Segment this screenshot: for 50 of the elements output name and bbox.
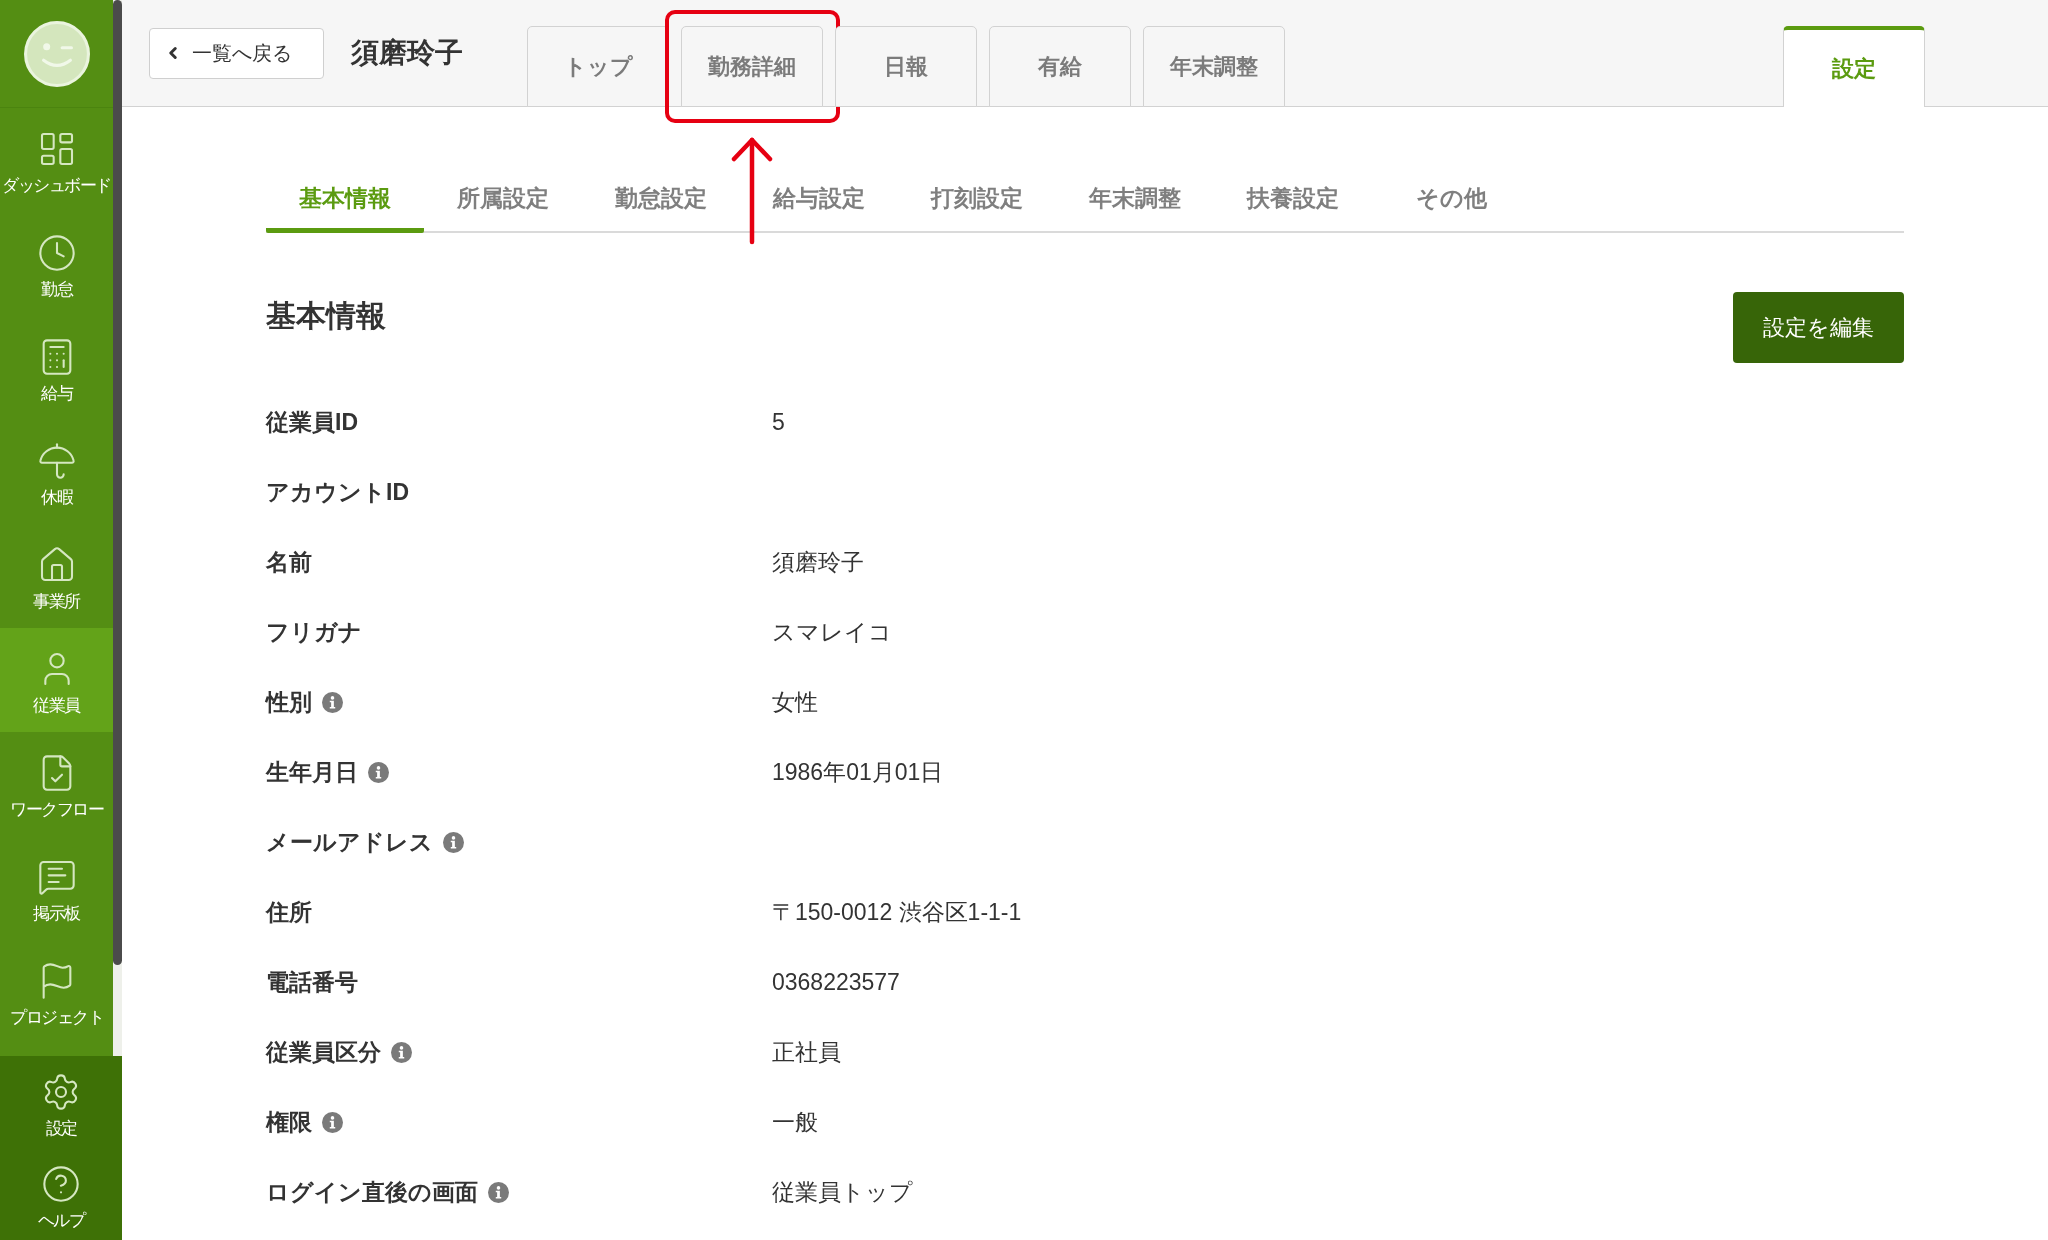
field-value: 5 bbox=[772, 407, 785, 437]
employee-name: 須磨玲子 bbox=[351, 36, 463, 70]
section-title: 基本情報 bbox=[266, 300, 386, 332]
field-label: 性別 bbox=[266, 687, 312, 717]
field-value: スマレイコ bbox=[772, 617, 892, 647]
field-label: 生年月日 bbox=[266, 757, 358, 787]
field-label: 名前 bbox=[266, 547, 312, 577]
info-icon[interactable] bbox=[322, 1111, 343, 1133]
subtab[interactable]: 給与設定 bbox=[740, 167, 898, 233]
back-button[interactable]: 一覧へ戻る bbox=[149, 27, 324, 79]
tab[interactable]: 設定 bbox=[1783, 26, 1925, 107]
field-value: 従業員トップ bbox=[772, 1177, 913, 1207]
subtab[interactable]: 勤怠設定 bbox=[582, 167, 740, 233]
field-value: 須磨玲子 bbox=[772, 547, 864, 577]
field-label: 電話番号 bbox=[266, 967, 358, 997]
info-icon[interactable] bbox=[322, 691, 343, 713]
info-icon[interactable] bbox=[391, 1041, 412, 1063]
field-value: 0368223577 bbox=[772, 967, 900, 997]
field-value: 1986年01月01日 bbox=[772, 757, 944, 787]
tab[interactable]: 有給 bbox=[989, 26, 1131, 107]
field-label: アカウントID bbox=[266, 477, 409, 507]
help-icon bbox=[41, 1164, 81, 1204]
subtab[interactable]: その他 bbox=[1372, 167, 1530, 233]
field-label: 住所 bbox=[266, 897, 312, 927]
field-label: 従業員区分 bbox=[266, 1037, 381, 1067]
subtab[interactable]: 年末調整 bbox=[1056, 167, 1214, 233]
info-icon[interactable] bbox=[443, 831, 464, 853]
field-value: 正社員 bbox=[772, 1037, 841, 1067]
field-value: 一般 bbox=[772, 1107, 818, 1137]
tab[interactable]: 勤務詳細 bbox=[681, 26, 823, 107]
field-label: 権限 bbox=[266, 1107, 312, 1137]
info-icon[interactable] bbox=[488, 1181, 509, 1203]
subtab[interactable]: 扶養設定 bbox=[1214, 167, 1372, 233]
field-label: 従業員ID bbox=[266, 407, 358, 437]
tab[interactable]: 日報 bbox=[835, 26, 977, 107]
subtab[interactable]: 所属設定 bbox=[424, 167, 582, 233]
info-icon[interactable] bbox=[368, 761, 389, 783]
field-value: 〒150-0012 渋谷区1-1-1 bbox=[772, 897, 1022, 927]
sidebar-item[interactable]: 従業員 bbox=[0, 628, 113, 732]
field-value: 女性 bbox=[772, 687, 818, 717]
tab[interactable]: 年末調整 bbox=[1143, 26, 1285, 107]
field-label: ログイン直後の画面 bbox=[266, 1177, 478, 1207]
clock-icon bbox=[36, 233, 77, 273]
umbrella-icon bbox=[36, 441, 77, 481]
edit-settings-button[interactable]: 設定を編集 bbox=[1733, 292, 1904, 363]
field-label: メールアドレス bbox=[266, 827, 433, 857]
field-label: フリガナ bbox=[266, 617, 362, 647]
subtab[interactable]: 打刻設定 bbox=[898, 167, 1056, 233]
subtab[interactable]: 基本情報 bbox=[266, 167, 424, 233]
smiley-logo-icon[interactable] bbox=[23, 20, 90, 87]
